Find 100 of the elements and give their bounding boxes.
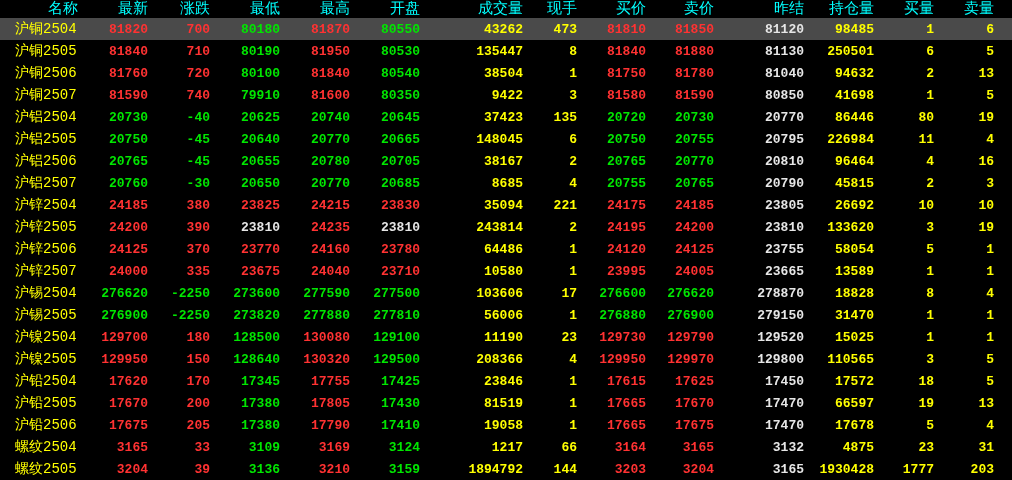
table-cell: 129520 <box>757 330 804 344</box>
table-cell: 1 <box>926 330 934 344</box>
column-header[interactable]: 涨跌 <box>180 1 210 17</box>
table-cell: 277810 <box>373 308 420 322</box>
column-header[interactable]: 最低 <box>250 1 280 17</box>
table-cell: 5 <box>986 374 994 388</box>
table-cell: 20750 <box>109 132 148 146</box>
table-cell: 20780 <box>311 154 350 168</box>
table-cell: 4 <box>986 418 994 432</box>
column-header[interactable]: 持仓量 <box>829 1 874 17</box>
table-cell: 81840 <box>311 66 350 80</box>
table-cell: 277880 <box>303 308 350 322</box>
column-header[interactable]: 名称 <box>48 1 80 17</box>
table-cell: 18 <box>918 374 934 388</box>
table-cell: 23 <box>918 440 934 454</box>
table-cell: 39 <box>194 462 210 476</box>
table-cell: 5 <box>986 44 994 58</box>
table-cell: 129950 <box>101 352 148 366</box>
table-cell: 17615 <box>607 374 646 388</box>
table-cell: 4875 <box>842 440 874 454</box>
column-header[interactable]: 买价 <box>616 1 646 17</box>
contract-name: 沪铅2505 <box>14 396 77 410</box>
table-cell: 130320 <box>303 352 350 366</box>
table-cell: 17665 <box>607 418 646 432</box>
table-cell: 37423 <box>484 110 523 124</box>
table-cell: 4 <box>569 176 577 190</box>
table-cell: 24000 <box>109 264 148 278</box>
table-cell: 6 <box>569 132 577 146</box>
table-cell: 277590 <box>303 286 350 300</box>
table-cell: 276620 <box>667 286 714 300</box>
column-header[interactable]: 卖量 <box>964 1 994 17</box>
table-cell: 23995 <box>607 264 646 278</box>
table-cell: 10 <box>918 198 934 212</box>
table-cell: 17665 <box>607 396 646 410</box>
table-cell: 129700 <box>101 330 148 344</box>
table-cell: 98485 <box>835 22 874 36</box>
column-header[interactable]: 最新 <box>118 1 148 17</box>
table-cell: 473 <box>553 22 577 36</box>
table-row[interactable]: 沪铜2504 81820 700 80180 81870 80550 43262 473 81810 81850 81120 98485 1 6 <box>0 18 1012 40</box>
table-cell: 18828 <box>835 286 874 300</box>
table-cell: 5 <box>926 418 934 432</box>
table-cell: 3203 <box>614 462 646 476</box>
table-cell: 24125 <box>675 242 714 256</box>
table-cell: 24200 <box>675 220 714 234</box>
column-header[interactable]: 卖价 <box>684 1 714 17</box>
table-cell: 16 <box>978 154 994 168</box>
table-cell: 1894792 <box>468 462 523 476</box>
column-header[interactable]: 最高 <box>320 1 350 17</box>
table-cell: 5 <box>926 242 934 256</box>
column-header[interactable]: 成交量 <box>478 1 523 17</box>
table-cell: 20685 <box>381 176 420 190</box>
table-cell: 2 <box>926 176 934 190</box>
table-cell: 20705 <box>381 154 420 168</box>
table-cell: 5 <box>986 352 994 366</box>
table-cell: 208366 <box>476 352 523 366</box>
table-cell: 129950 <box>599 352 646 366</box>
contract-name: 沪锌2504 <box>14 198 77 212</box>
table-cell: 129730 <box>599 330 646 344</box>
table-cell: 94632 <box>835 66 874 80</box>
column-header[interactable]: 买量 <box>904 1 934 17</box>
table-cell: 221 <box>553 198 577 212</box>
table-cell: 20720 <box>607 110 646 124</box>
table-cell: 148045 <box>476 132 523 146</box>
table-cell: 4 <box>986 286 994 300</box>
table-cell: 1 <box>569 374 577 388</box>
column-header[interactable]: 开盘 <box>390 1 420 17</box>
table-cell: 20665 <box>381 132 420 146</box>
table-cell: 180 <box>186 330 210 344</box>
table-cell: 13589 <box>835 264 874 278</box>
table-cell: 20765 <box>675 176 714 190</box>
table-cell: 226984 <box>827 132 874 146</box>
table-cell: 1 <box>569 264 577 278</box>
table-cell: 24200 <box>109 220 148 234</box>
column-header[interactable]: 昨结 <box>774 1 804 17</box>
column-header[interactable]: 现手 <box>547 1 577 17</box>
table-cell: -40 <box>186 110 210 124</box>
table-cell: 24195 <box>607 220 646 234</box>
table-cell: 380 <box>186 198 210 212</box>
table-cell: 3204 <box>682 462 714 476</box>
table-cell: 135447 <box>476 44 523 58</box>
contract-name: 螺纹2505 <box>14 462 77 476</box>
table-cell: 3 <box>569 88 577 102</box>
table-cell: 81519 <box>484 396 523 410</box>
table-cell: 20645 <box>381 110 420 124</box>
contract-name: 沪镍2505 <box>14 352 77 366</box>
table-cell: 24040 <box>311 264 350 278</box>
table-cell: 24185 <box>675 198 714 212</box>
table-cell: -30 <box>186 176 210 190</box>
contract-name: 沪锌2506 <box>14 242 77 256</box>
table-cell: 80550 <box>381 22 420 36</box>
table-cell: 31470 <box>835 308 874 322</box>
table-cell: 20770 <box>765 110 804 124</box>
table-cell: 17410 <box>381 418 420 432</box>
table-cell: 24215 <box>311 198 350 212</box>
table-cell: 17470 <box>765 418 804 432</box>
table-cell: 23810 <box>241 220 280 234</box>
table-cell: 3109 <box>248 440 280 454</box>
contract-name: 沪锡2504 <box>14 286 77 300</box>
table-cell: 20790 <box>765 176 804 190</box>
table-cell: 17790 <box>311 418 350 432</box>
